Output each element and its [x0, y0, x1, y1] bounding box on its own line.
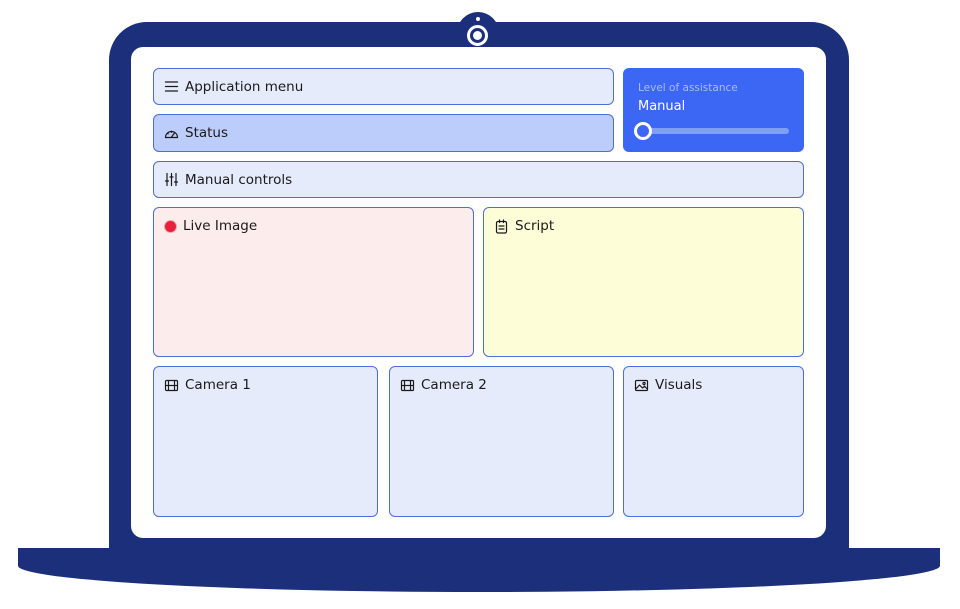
assistance-slider-thumb[interactable] [634, 122, 652, 140]
laptop-mockup: Application menu Status Level of assista… [0, 0, 960, 609]
status-bar[interactable]: Status [153, 114, 614, 152]
film-icon [400, 378, 415, 393]
camera-2-label: Camera 2 [421, 377, 487, 393]
script-panel[interactable]: Script [483, 207, 804, 357]
sliders-icon [164, 172, 179, 187]
visuals-panel[interactable]: Visuals [623, 366, 804, 517]
assistance-caption: Level of assistance [638, 82, 738, 94]
gauge-icon [164, 126, 179, 141]
assistance-level-card: Level of assistance Manual [623, 68, 804, 152]
script-label: Script [515, 218, 555, 234]
camera-2-panel[interactable]: Camera 2 [389, 366, 614, 517]
assistance-slider-track[interactable] [643, 128, 789, 134]
manual-controls-label: Manual controls [185, 171, 293, 188]
live-image-panel[interactable]: Live Image [153, 207, 474, 357]
film-icon [164, 378, 179, 393]
application-menu-bar[interactable]: Application menu [153, 68, 614, 105]
visuals-label: Visuals [655, 377, 703, 393]
live-image-label: Live Image [183, 218, 258, 234]
manual-controls-bar[interactable]: Manual controls [153, 161, 804, 198]
hamburger-menu-icon [164, 79, 179, 94]
record-icon [164, 219, 177, 233]
camera-1-label: Camera 1 [185, 377, 251, 393]
status-label: Status [185, 125, 229, 141]
image-icon [634, 378, 649, 393]
camera-1-panel[interactable]: Camera 1 [153, 366, 378, 517]
assistance-value: Manual [638, 99, 686, 114]
laptop-base [18, 548, 940, 592]
clipboard-icon [494, 218, 509, 234]
webcam-indicator [476, 17, 480, 21]
webcam-icon [467, 25, 488, 46]
application-menu-label: Application menu [185, 78, 304, 95]
